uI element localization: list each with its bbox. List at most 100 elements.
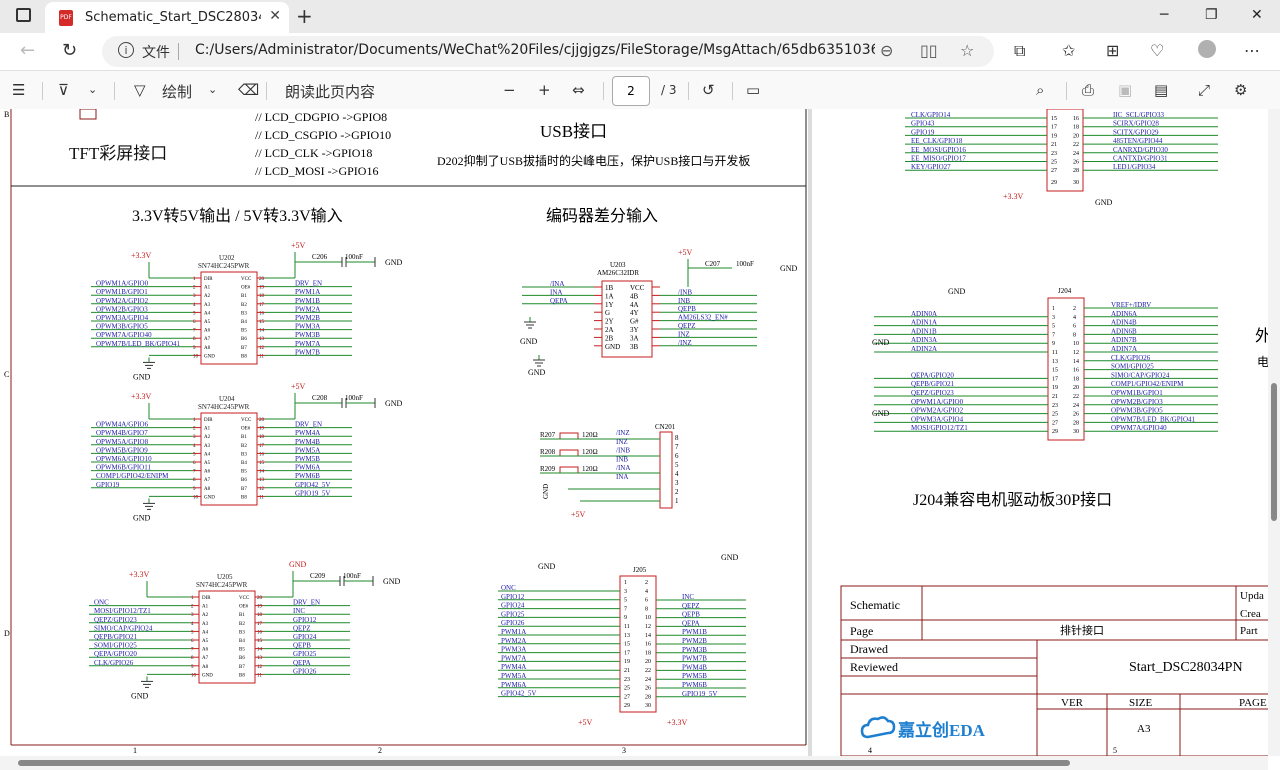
back-icon[interactable]: ←: [20, 40, 35, 61]
chevron-down-icon[interactable]: ⌄: [88, 83, 97, 96]
svg-text:13: 13: [624, 633, 630, 639]
border-letter: C: [4, 370, 9, 379]
svg-text:B3: B3: [241, 311, 247, 316]
more-menu-icon[interactable]: ⋯: [1244, 41, 1260, 60]
fit-width-icon[interactable]: ⇔: [572, 81, 585, 99]
extensions-icon[interactable]: ⧉: [1014, 41, 1025, 61]
refresh-icon[interactable]: ↻: [62, 40, 77, 61]
net-label: PWM5A: [295, 446, 320, 454]
border-number: 1: [133, 746, 137, 755]
copilot-icon[interactable]: ♡: [1150, 41, 1164, 60]
tab-schematic-pdf[interactable]: PDF Schematic_Start_DSC28034PNT_V ✕: [45, 2, 289, 33]
zoom-out-icon[interactable]: −: [503, 81, 516, 99]
vertical-scrollbar[interactable]: [1268, 109, 1280, 756]
address-bar[interactable]: i 文件 C:/Users/Administrator/Documents/We…: [102, 36, 994, 67]
net-label: QEPA: [293, 659, 311, 667]
svg-text:22: 22: [1073, 394, 1079, 400]
info-icon[interactable]: i: [118, 42, 134, 58]
pin-note-4: // LCD_MOSI ->GPIO16: [255, 164, 378, 178]
svg-text:12: 12: [1073, 350, 1079, 356]
svg-text:4Y: 4Y: [630, 309, 639, 317]
svg-text:PWM1A: PWM1A: [501, 628, 526, 636]
svg-text:+3.3V: +3.3V: [1003, 192, 1024, 201]
svg-text:28: 28: [645, 694, 651, 700]
eraser-icon[interactable]: ⌫: [238, 81, 259, 99]
svg-text:EE_MOSI/GPIO16: EE_MOSI/GPIO16: [911, 146, 966, 154]
draw-button[interactable]: 绘制: [162, 81, 192, 102]
zoom-in-icon[interactable]: +: [538, 81, 551, 99]
tab-actions-icon[interactable]: [16, 8, 31, 22]
encoder-title: 编码器差分输入: [546, 207, 658, 225]
svg-text:B2: B2: [239, 622, 245, 627]
draw-chevron-icon[interactable]: ⌄: [208, 83, 217, 96]
svg-text:7: 7: [675, 443, 679, 451]
svg-text:B5: B5: [239, 648, 245, 653]
read-aloud-button[interactable]: 朗读此页内容: [285, 81, 375, 102]
svg-text:PWM7B: PWM7B: [682, 655, 707, 663]
print-icon[interactable]: ⎙: [1082, 81, 1094, 99]
svg-text:QEPA: QEPA: [550, 297, 568, 305]
page-number-input[interactable]: 2: [612, 76, 650, 106]
draw-icon[interactable]: ▽: [134, 81, 146, 99]
url-text[interactable]: C:/Users/Administrator/Documents/WeChat%…: [195, 42, 875, 58]
svg-text:PWM4B: PWM4B: [682, 663, 707, 671]
contents-icon[interactable]: ☰: [12, 81, 25, 99]
svg-text:30: 30: [1073, 180, 1079, 186]
horizontal-scrollbar[interactable]: [0, 756, 1268, 770]
net-label: MOSI/GPIO12/TZ1: [94, 607, 151, 615]
pdf-viewport[interactable]: 12345BCD TFT彩屏接口 // LCD_CDGPIO ->GPIO8 /…: [0, 109, 1268, 756]
new-tab-icon[interactable]: +: [296, 4, 313, 28]
svg-text:120Ω: 120Ω: [582, 431, 598, 439]
svg-text:A2: A2: [204, 435, 211, 440]
search-icon[interactable]: ⌕: [1036, 81, 1044, 99]
pwr-label: GND: [289, 560, 307, 569]
save-icon[interactable]: ▣: [1118, 81, 1132, 99]
svg-text:PWM7A: PWM7A: [501, 654, 526, 662]
minimize-icon[interactable]: ─: [1160, 7, 1168, 23]
svg-text:INB: INB: [616, 455, 628, 463]
svg-text:PWM5B: PWM5B: [682, 672, 707, 680]
svg-text:19: 19: [1052, 385, 1058, 391]
collections-icon[interactable]: ⊞: [1106, 41, 1119, 60]
svg-text:11: 11: [1052, 350, 1058, 356]
tb-part: Part: [1240, 625, 1258, 637]
svg-text:VCC: VCC: [241, 277, 252, 282]
svg-text:GND: GND: [204, 354, 215, 359]
window-close-icon[interactable]: ✕: [1251, 7, 1263, 23]
favorite-star-icon[interactable]: ☆: [960, 41, 974, 60]
svg-text:5: 5: [624, 598, 627, 604]
tab-close-icon[interactable]: ✕: [269, 8, 281, 24]
svg-text:QEPB/GPIO21: QEPB/GPIO21: [911, 380, 955, 388]
scroll-thumb[interactable]: [18, 760, 1070, 766]
rotate-icon[interactable]: ↺: [702, 81, 715, 99]
fullscreen-icon[interactable]: ⤢: [1198, 81, 1210, 99]
svg-text:9: 9: [1052, 341, 1055, 347]
profile-avatar[interactable]: [1198, 40, 1216, 58]
svg-text:LED1/GPIO34: LED1/GPIO34: [1113, 163, 1156, 171]
svg-text:B1: B1: [241, 435, 247, 440]
scroll-thumb[interactable]: [1271, 383, 1277, 521]
net-label: PWM2B: [295, 314, 320, 322]
save-as-icon[interactable]: ▤: [1154, 81, 1168, 99]
zoom-icon[interactable]: ⊖: [880, 41, 893, 60]
reader-icon[interactable]: ▯▯: [920, 41, 938, 60]
svg-text:GND: GND: [948, 287, 966, 296]
svg-text:8: 8: [1073, 332, 1076, 338]
net-label: DRV_EN: [295, 280, 322, 288]
svg-text:A5: A5: [202, 639, 209, 644]
settings-gear-icon[interactable]: ⚙: [1234, 81, 1247, 99]
svg-text:B8: B8: [241, 495, 247, 500]
favorites-icon[interactable]: ✩: [1062, 41, 1075, 60]
page-view-icon[interactable]: ▭: [746, 81, 760, 99]
svg-text:17: 17: [624, 650, 630, 656]
tb-size: SIZE: [1129, 697, 1153, 709]
svg-text:GND: GND: [520, 337, 538, 346]
net-label: OPWM3A/GPIO4: [96, 314, 149, 322]
svg-text:ADIN7A: ADIN7A: [1111, 345, 1137, 353]
svg-text:AM26C32IDR: AM26C32IDR: [597, 269, 639, 277]
highlight-icon[interactable]: ⊽: [58, 81, 69, 99]
net-label: PWM3B: [295, 331, 320, 339]
svg-text:VREF+/IDRV: VREF+/IDRV: [1111, 301, 1151, 309]
restore-icon[interactable]: ❐: [1205, 7, 1218, 23]
separator: [114, 82, 115, 100]
